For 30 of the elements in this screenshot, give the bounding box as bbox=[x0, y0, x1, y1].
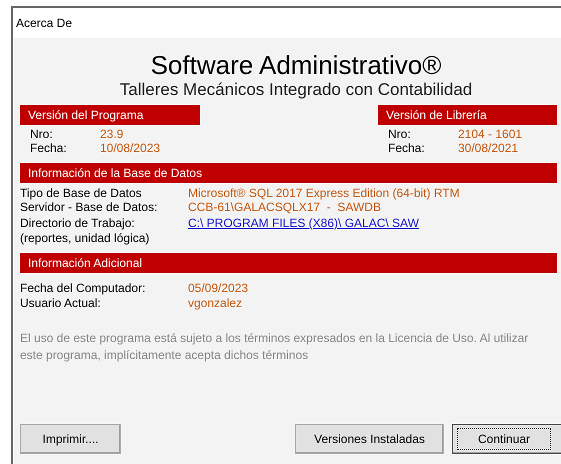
dialog-button[interactable]: Versiones Instaladas bbox=[295, 424, 444, 454]
field-value: 23.9 bbox=[100, 127, 124, 141]
field-value: 30/08/2021 bbox=[458, 141, 518, 155]
field-label: Usuario Actual: bbox=[20, 296, 102, 310]
product-subtitle: Talleres Mecánicos Integrado con Contabilidad bbox=[118, 80, 474, 100]
window-title: Acerca De bbox=[16, 16, 72, 30]
field-label: (reportes, unidad lógica) bbox=[20, 231, 150, 245]
field-label: Fecha del Computador: bbox=[20, 281, 146, 295]
field-value: CCB-61\GALACSQLX17 - SAWDB bbox=[188, 200, 381, 214]
field-label: Directorio de Trabajo: bbox=[20, 216, 136, 230]
field-label: Tipo de Base de Datos bbox=[20, 186, 143, 200]
directory-link[interactable]: C:\ PROGRAM FILES (X86)\ GALAC\ SAW bbox=[188, 216, 419, 230]
field-label: Servidor - Base de Datos: bbox=[20, 200, 158, 214]
field-label: Nro: bbox=[30, 127, 54, 141]
section-header: Información Adicional bbox=[20, 253, 557, 273]
field-value: 05/09/2023 bbox=[188, 281, 248, 295]
section-header: Versión de Librería bbox=[378, 105, 557, 125]
field-value: 2104 - 1601 bbox=[458, 127, 522, 141]
product-name: Software Administrativo® bbox=[150, 50, 442, 80]
field-value: 10/08/2023 bbox=[100, 141, 160, 155]
field-value: vgonzalez bbox=[188, 296, 242, 310]
field-label: Fecha: bbox=[388, 141, 426, 155]
dialog-button[interactable]: Imprimir.... bbox=[20, 424, 121, 454]
field-label: Nro: bbox=[388, 127, 412, 141]
dialog-button[interactable]: Continuar bbox=[452, 424, 561, 454]
field-label: Fecha: bbox=[30, 141, 68, 155]
section-header: Información de la Base de Datos bbox=[20, 163, 557, 183]
field-value: Microsoft® SQL 2017 Express Edition (64-bit) RTM bbox=[188, 186, 460, 200]
section-header: Versión del Programa bbox=[20, 105, 200, 125]
license-notice: El uso de este programa está sujeto a los términos expresados en la Licencia de Uso. Al utilizar este programa, implícitamente acepta dichos términos bbox=[20, 330, 530, 364]
